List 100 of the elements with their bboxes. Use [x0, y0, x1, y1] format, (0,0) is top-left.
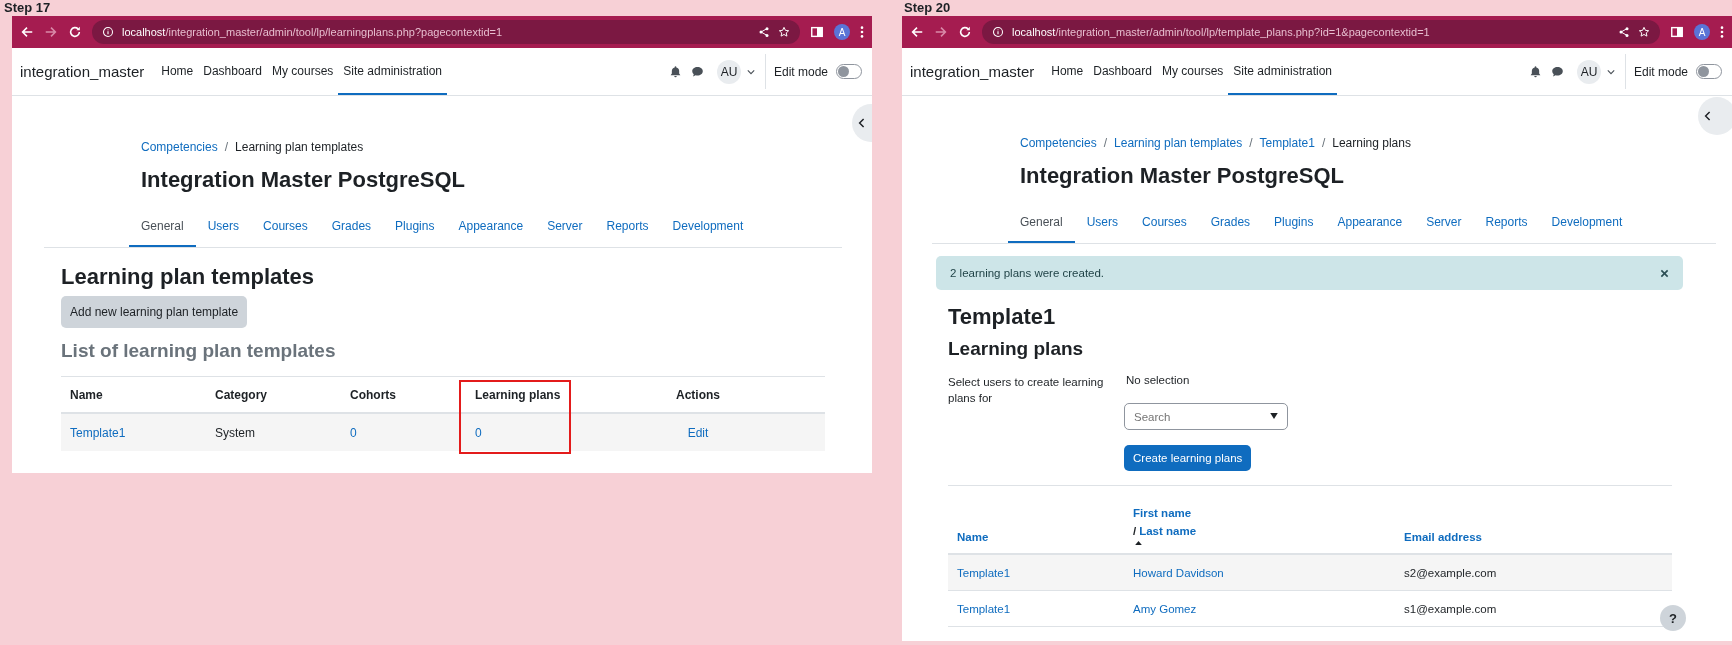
tab[interactable]: Development [660, 211, 756, 247]
table-link[interactable]: 0 [350, 425, 357, 440]
tab[interactable]: Plugins [383, 211, 447, 247]
section-heading: Learning plans [948, 338, 1085, 360]
help-button[interactable]: ? [1660, 605, 1686, 631]
info-icon[interactable] [992, 26, 1004, 38]
profile-avatar[interactable]: A [1694, 24, 1710, 40]
tab[interactable]: Appearance [446, 211, 536, 247]
kebab-menu-icon[interactable] [1720, 25, 1724, 39]
share-icon[interactable] [1618, 26, 1630, 38]
tab[interactable]: Server [535, 211, 595, 247]
address-bar[interactable]: localhost/integration_master/admin/tool/lp/learningplans.php?pagecontextid=1 [92, 20, 800, 44]
user-avatar[interactable]: AU [1576, 59, 1601, 84]
breadcrumb-link[interactable]: Competencies [141, 140, 218, 154]
chat-bubble-icon[interactable] [690, 65, 704, 78]
bell-icon[interactable] [1528, 65, 1542, 78]
nav-link[interactable]: Dashboard [198, 48, 267, 95]
add-template-button[interactable]: Add new learning plan template [61, 296, 248, 328]
chevron-left-icon [858, 117, 866, 129]
tab[interactable]: Grades [319, 211, 384, 247]
site-name[interactable]: integration_master [20, 63, 145, 80]
breadcrumb-link[interactable]: Template1 [1259, 136, 1315, 150]
chevron-left-icon [1704, 110, 1712, 122]
back-arrow-icon[interactable] [910, 25, 924, 39]
header-separator: / [1133, 524, 1137, 539]
tab[interactable]: Development [1539, 207, 1635, 243]
edit-mode-toggle[interactable] [1696, 64, 1722, 79]
nav-link[interactable]: Site administration [1228, 48, 1338, 95]
share-icon[interactable] [758, 26, 770, 38]
address-bar[interactable]: localhost/integration_master/admin/tool/lp/template_plans.php?id=1&pagecontextid=1 [982, 20, 1660, 44]
table-text: s1@example.com [1404, 602, 1497, 615]
forward-arrow-icon[interactable] [44, 25, 58, 39]
user-avatar[interactable]: AU [716, 59, 741, 84]
breadcrumb-link[interactable]: Competencies [1020, 136, 1097, 150]
edit-mode-toggle[interactable] [836, 64, 862, 79]
table-link[interactable]: Edit [687, 425, 709, 440]
column-header-link[interactable]: Last name [1139, 523, 1197, 539]
reload-icon[interactable] [68, 25, 82, 39]
section-heading: Learning plan templates [61, 264, 316, 290]
breadcrumb-link[interactable]: Learning plan templates [1114, 136, 1243, 150]
reload-icon[interactable] [958, 25, 972, 39]
nav-link[interactable]: Home [156, 48, 199, 95]
table-text: System [215, 425, 255, 440]
tab[interactable]: Courses [1130, 207, 1199, 243]
breadcrumb-separator: / [224, 140, 229, 154]
close-icon[interactable] [1660, 268, 1669, 278]
caret-icon[interactable] [1606, 68, 1615, 75]
tab[interactable]: General [129, 211, 196, 247]
column-header-link[interactable]: First name [1133, 505, 1192, 521]
column-header-link[interactable]: Name [957, 529, 989, 545]
chat-bubble-icon[interactable] [1550, 65, 1564, 78]
tab[interactable]: Appearance [1325, 207, 1415, 243]
nav-link[interactable]: My courses [1156, 48, 1229, 95]
table-link[interactable]: Template1 [70, 425, 126, 440]
table-link[interactable]: Amy Gomez [1133, 602, 1197, 615]
breadcrumb-separator: / [1321, 136, 1326, 150]
nav-link[interactable]: Dashboard [1088, 48, 1157, 95]
tab[interactable]: Plugins [1262, 207, 1326, 243]
info-icon[interactable] [102, 26, 114, 38]
star-icon[interactable] [778, 26, 790, 38]
create-plans-button[interactable]: Create learning plans [1124, 445, 1252, 471]
caret-icon[interactable] [746, 68, 755, 75]
forward-arrow-icon[interactable] [934, 25, 948, 39]
breadcrumb-separator: / [1103, 136, 1108, 150]
tab[interactable]: General [1008, 207, 1075, 243]
tab[interactable]: Reports [594, 211, 661, 247]
nav-link[interactable]: My courses [266, 48, 339, 95]
tab[interactable]: Server [1414, 207, 1474, 243]
tab[interactable]: Courses [251, 211, 320, 247]
url-text: localhost/integration_master/admin/tool/lp/template_plans.php?id=1&pagecontextid=1 [1012, 26, 1430, 38]
table-link[interactable]: Template1 [957, 566, 1011, 579]
nav-link[interactable]: Site administration [338, 48, 448, 95]
star-icon[interactable] [1638, 26, 1650, 38]
profile-avatar[interactable]: A [834, 24, 850, 40]
selection-status: No selection [1125, 374, 1190, 388]
nav-link[interactable]: Home [1046, 48, 1089, 95]
table-link[interactable]: Template1 [957, 602, 1011, 615]
url-text: localhost/integration_master/admin/tool/lp/learningplans.php?pagecontextid=1 [122, 26, 503, 38]
step-label: Step 17 [3, 0, 52, 16]
user-search-field[interactable]: Search [1124, 403, 1288, 430]
tab[interactable]: Users [195, 211, 252, 247]
bell-icon[interactable] [668, 65, 682, 78]
breadcrumb-separator: / [1249, 136, 1253, 150]
tab[interactable]: Reports [1473, 207, 1540, 243]
table-link[interactable]: Howard Davidson [1133, 566, 1224, 579]
page-title: Integration Master PostgreSQL [1020, 163, 1345, 189]
site-name[interactable]: integration_master [910, 63, 1035, 80]
tab[interactable]: Users [1074, 207, 1131, 243]
side-panel-icon[interactable] [1670, 25, 1684, 39]
edit-mode-label: Edit mode [773, 64, 828, 79]
template-heading: Template1 [948, 304, 1057, 330]
tab[interactable]: Grades [1198, 207, 1263, 243]
page-title: Integration Master PostgreSQL [141, 167, 466, 193]
drawer-toggle-button[interactable] [1698, 97, 1732, 135]
table-link[interactable]: 0 [475, 425, 482, 440]
current-page-label: Learning plan templates [235, 140, 364, 154]
side-panel-icon[interactable] [810, 25, 824, 39]
kebab-menu-icon[interactable] [860, 25, 864, 39]
back-arrow-icon[interactable] [20, 25, 34, 39]
column-header-link[interactable]: Email address [1404, 529, 1482, 545]
